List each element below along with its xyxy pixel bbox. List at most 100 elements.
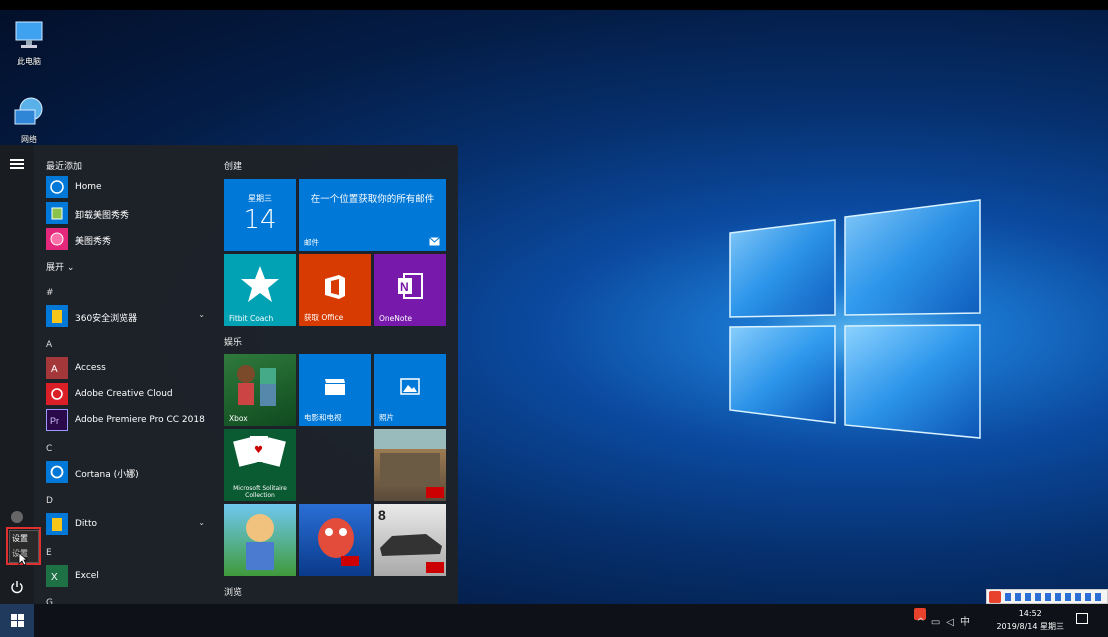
chevron-down-icon: ⌄ [66,263,75,273]
clock-date: 2019/8/14 星期三 [996,622,1064,631]
home-icon [46,176,68,198]
section-letter[interactable]: # [46,288,54,298]
app-uninstall-meitu[interactable]: 卸载美图秀秀 [46,202,211,224]
tile-mail[interactable]: 在一个位置获取你的所有邮件 邮件 [299,179,446,251]
tile-asphalt[interactable]: 8 [374,504,446,576]
tile-fitbit[interactable]: Fitbit Coach [224,254,296,326]
app-excel[interactable]: X Excel [46,565,211,587]
app-label: 360安全浏览器 [75,314,138,324]
section-letter[interactable]: D [46,496,53,506]
uninstall-icon [46,202,68,224]
xbox-characters-icon [237,365,276,406]
tile-calendar[interactable]: 星期三 14 [224,179,296,251]
desktop-icon-network[interactable]: 网络 [3,96,55,145]
chevron-down-icon: ⌄ [198,518,205,527]
power-icon[interactable] [10,580,24,594]
folder-icon [46,513,68,535]
mail-icon [429,237,440,246]
app-cortana[interactable]: Cortana (小娜) [46,461,211,483]
mail-text: 在一个位置获取你的所有邮件 [310,194,435,205]
tile-office[interactable]: 获取 Office [299,254,371,326]
recent-header: 最近添加 [46,162,83,172]
excel-icon: X [46,565,68,587]
clock[interactable]: 14:52 2019/8/14 星期三 [996,607,1064,633]
tile-label: Fitbit Coach [229,314,274,323]
network-icon [14,97,43,125]
tile-gardenscapes[interactable] [224,504,296,576]
app-label: 卸载美图秀秀 [75,211,130,221]
onenote-icon: N [398,273,423,299]
volume-icon[interactable]: ◁ [946,617,960,628]
tile-dragon-game[interactable] [299,504,371,576]
network-tray-icon[interactable]: ▭ [931,617,946,628]
tile-group-title: 娱乐 [224,338,243,348]
app-creative-cloud[interactable]: Adobe Creative Cloud [46,383,211,405]
section-letter[interactable]: E [46,548,52,558]
calendar-day: 星期三 [248,194,272,203]
desktop-icon-this-pc[interactable]: 此电脑 [3,18,55,67]
tile-label: 电影和电视 [304,413,342,422]
section-letter[interactable]: A [46,340,52,350]
tile-label: Xbox [229,414,248,423]
app-label: Adobe Premiere Pro CC 2018 [75,415,205,425]
clock-time: 14:52 [1018,609,1042,618]
dragon-icon [318,518,359,566]
tile-movies[interactable]: 电影和电视 [299,354,371,426]
app-home[interactable]: Home [46,176,211,198]
app-meitu[interactable]: 美图秀秀 [46,228,211,250]
car-icon: 8 [378,507,444,573]
premiere-icon: Pr [46,409,68,431]
expand-label: 展开 [46,263,65,273]
ime-toolbar[interactable] [986,589,1108,604]
start-button[interactable] [0,604,34,637]
clapper-icon [325,379,345,395]
hamburger-menu-icon[interactable] [10,159,24,169]
tile-onenote[interactable]: N OneNote [374,254,446,326]
app-360-browser[interactable]: 360安全浏览器 ⌄ [46,305,211,327]
creative-cloud-icon [46,383,68,405]
computer-icon [15,21,43,48]
sogou-icon[interactable] [989,591,1001,603]
expand-link[interactable]: 展开 ⌄ [46,260,74,273]
desktop-icon-label: 网络 [21,135,37,144]
gardener-icon [246,514,274,570]
tile-label: 邮件 [304,238,319,247]
svg-text:8: 8 [378,507,386,523]
windows-logo-wallpaper [729,199,981,439]
tile-area: 创建 星期三 14 在一个位置获取你的所有邮件 邮件 Fitbit Coach [224,145,454,605]
svg-text:N: N [400,280,409,294]
tile-solitaire[interactable]: ♥ Microsoft Solitaire Collection [224,429,296,501]
folder-icon [46,305,68,327]
section-letter[interactable]: C [46,444,52,454]
notification-center-icon[interactable] [1076,613,1088,624]
mouse-cursor-icon [18,552,28,566]
photo-icon [400,378,420,395]
tile-group-title: 浏览 [224,588,243,598]
app-label: 美图秀秀 [75,237,112,247]
svg-text:♥: ♥ [254,445,263,456]
access-icon: A [46,357,68,379]
tile-photos[interactable]: 照片 [374,354,446,426]
app-label: Access [75,363,106,373]
system-tray-icons[interactable]: ^▭◁中 [916,613,976,628]
tile-age-of-empires[interactable] [374,429,446,501]
ime-tool-icons[interactable] [1005,593,1103,601]
tile-label: 照片 [379,413,394,422]
tile-xbox[interactable]: Xbox [224,354,296,426]
app-premiere[interactable]: Pr Adobe Premiere Pro CC 2018 [46,409,211,431]
user-avatar-icon[interactable] [11,511,23,523]
chevron-up-icon[interactable]: ^ [916,617,930,628]
app-list: 最近添加 Home 卸载美图秀秀 美图秀秀 展开 ⌄ # 360安全浏览器 ⌄ … [40,145,215,605]
tile-group-title: 创建 [224,162,243,172]
app-access[interactable]: A Access [46,357,211,379]
cards-icon: ♥ [233,436,286,467]
taskbar: ^▭◁中 14:52 2019/8/14 星期三 [0,604,1108,637]
calendar-date: 14 [243,205,277,235]
app-label: Home [75,182,102,192]
svg-text:A: A [51,364,58,375]
desktop: 此电脑 网络 最近添加 Home 卸载美图秀秀 美图秀秀 展开 ⌄ # 360安… [0,0,1108,637]
ime-icon[interactable]: 中 [960,617,976,628]
tile-label: 获取 Office [304,313,344,322]
tile-label: Microsoft Solitaire Collection [233,485,287,499]
app-ditto[interactable]: Ditto ⌄ [46,513,211,535]
